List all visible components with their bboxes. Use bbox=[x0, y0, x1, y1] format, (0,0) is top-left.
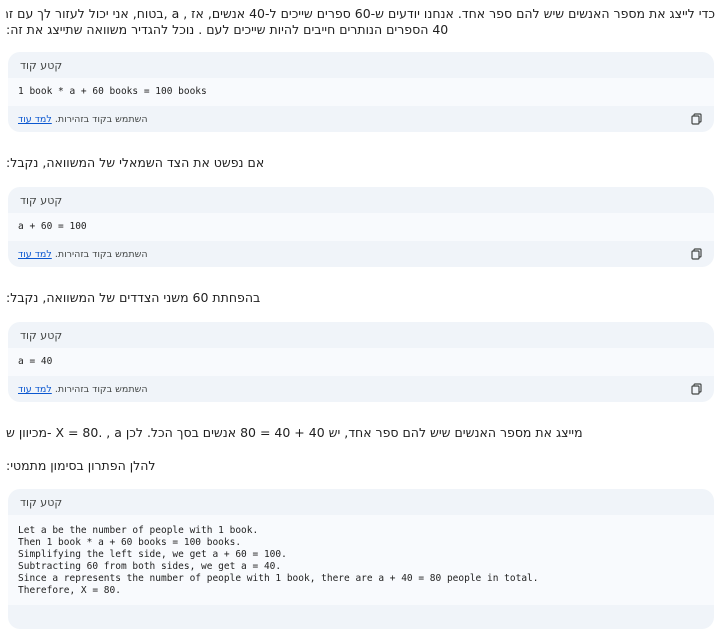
code-block-title: קטע קוד bbox=[20, 193, 63, 207]
caution-text: השתמש בקוד בזהירות. למד עוד bbox=[18, 249, 148, 260]
conclusion-paragraph: מייצג את מספר האנשים שיש להם ספר אחד, יש… bbox=[6, 425, 583, 440]
code-block-header: קטע קוד bbox=[8, 489, 714, 515]
code-block-title: קטע קוד bbox=[20, 328, 63, 342]
learn-more-link[interactable]: למד עוד bbox=[18, 249, 52, 260]
caution-text: השתמש בקוד בזהירות. למד עוד bbox=[18, 384, 148, 395]
code-block-1: קטע קוד 1 book * a + 60 books = 100 book… bbox=[8, 52, 714, 132]
simplify-paragraph: אם נפשט את הצד השמאלי של המשוואה, נקבל: bbox=[6, 155, 265, 170]
caution-label: השתמש בקוד בזהירות. bbox=[54, 383, 148, 395]
chat-response: כדי לייצג את מספר האנשים שיש להם ספר אחד… bbox=[0, 0, 725, 629]
copy-icon[interactable] bbox=[690, 247, 704, 261]
code-block-footer: השתמש בקוד בזהירות. למד עוד bbox=[8, 376, 714, 402]
code-block-2: קטע קוד a + 60 = 100 השתמש בקוד בזהירות.… bbox=[8, 187, 714, 267]
intro-paragraph-line-1: כדי לייצג את מספר האנשים שיש להם ספר אחד… bbox=[6, 6, 715, 21]
caution-label: השתמש בקוד בזהירות. bbox=[54, 248, 148, 260]
caution-label: השתמש בקוד בזהירות. bbox=[54, 113, 148, 125]
code-content[interactable]: a + 60 = 100 bbox=[8, 213, 714, 241]
math-notation-paragraph: להלן הפתרון בסימון מתמטי: bbox=[6, 458, 156, 473]
code-block-header: קטע קוד bbox=[8, 52, 714, 78]
caution-text: השתמש בקוד בזהירות. למד עוד bbox=[18, 114, 148, 125]
code-block-footer: השתמש בקוד בזהירות. למד עוד bbox=[8, 106, 714, 132]
code-block-title: קטע קוד bbox=[20, 58, 63, 72]
code-content[interactable]: a = 40 bbox=[8, 348, 714, 376]
code-block-3: קטע קוד a = 40 השתמש בקוד בזהירות. למד ע… bbox=[8, 322, 714, 402]
code-block-title: קטע קוד bbox=[20, 495, 63, 509]
code-block-header: קטע קוד bbox=[8, 322, 714, 348]
code-block-header: קטע קוד bbox=[8, 187, 714, 213]
code-content[interactable]: 1 book * a + 60 books = 100 books bbox=[8, 78, 714, 106]
intro-paragraph-line-2: 40 הספרים הנותרים חייבים להיות שייכים לע… bbox=[6, 22, 449, 37]
code-block-footer: השתמש בקוד בזהירות. למד עוד bbox=[8, 241, 714, 267]
learn-more-link[interactable]: למד עוד bbox=[18, 384, 52, 395]
copy-icon[interactable] bbox=[690, 382, 704, 396]
code-content[interactable]: Let a be the number of people with 1 boo… bbox=[8, 515, 714, 605]
subtract-paragraph: בהפחתת 60 משני הצדדים של המשוואה, נקבל: bbox=[6, 290, 261, 305]
learn-more-link[interactable]: למד עוד bbox=[18, 114, 52, 125]
code-block-4: קטע קוד Let a be the number of people wi… bbox=[8, 489, 714, 629]
copy-icon[interactable] bbox=[690, 112, 704, 126]
